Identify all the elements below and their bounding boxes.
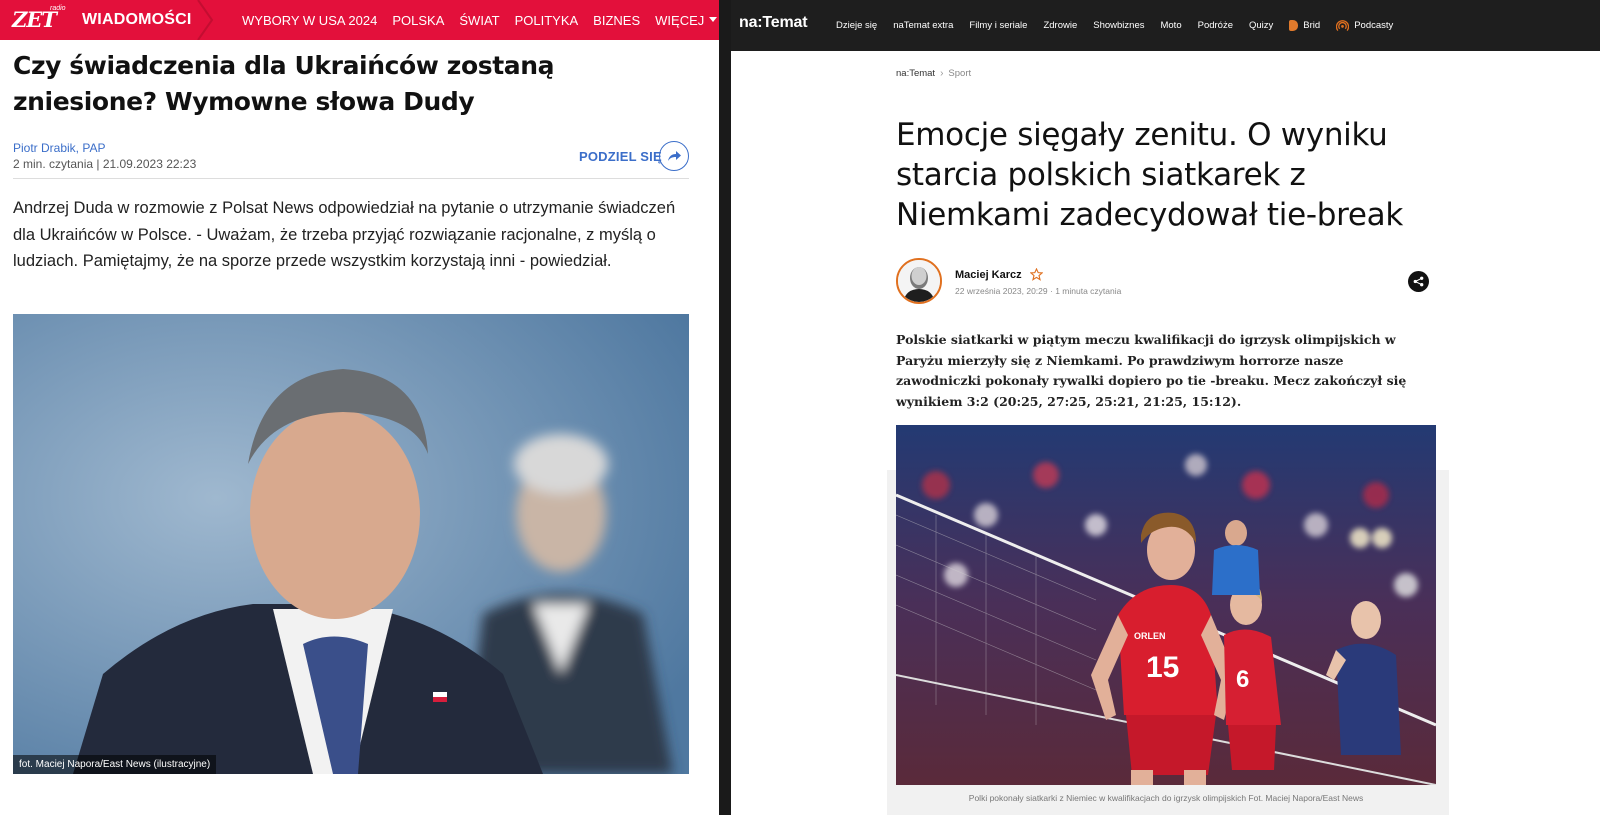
natemat-menu-item-extra[interactable]: naTemat extra (893, 20, 953, 31)
breadcrumb-separator-icon: › (940, 68, 944, 79)
zet-menu-item-polityka[interactable]: POLITYKA (515, 0, 579, 40)
window-split-divider[interactable] (719, 0, 731, 815)
zet-share-button[interactable] (659, 141, 689, 171)
natemat-menu-item-quizy[interactable]: Quizy (1249, 20, 1273, 31)
natemat-menu-item-zdrowie[interactable]: Zdrowie (1043, 20, 1077, 31)
zet-menu: WYBORY W USA 2024 POLSKA ŚWIAT POLITYKA … (242, 0, 719, 40)
avatar-portrait (898, 260, 940, 302)
jersey-number-second: 6 (1236, 666, 1249, 693)
zet-author-link[interactable]: Piotr Drabik, PAP (13, 141, 105, 155)
natemat-menu-item-filmy[interactable]: Filmy i seriale (969, 20, 1027, 31)
natemat-menu-item-moto[interactable]: Moto (1160, 20, 1181, 31)
zet-article-title: Czy świadczenia dla Ukraińców zostaną zn… (13, 51, 555, 116)
photo-illustration (13, 314, 689, 774)
natemat-menu: Dzieje się naTemat extra Filmy i seriale… (836, 0, 1409, 51)
breadcrumb-home[interactable]: na:Temat (896, 68, 935, 79)
natemat-menu-item-podroze[interactable]: Podróże (1198, 20, 1233, 31)
natemat-article-meta: 22 września 2023, 20:29 · 1 minuta czyta… (955, 286, 1121, 296)
natemat-menu-podcasty-label: Podcasty (1354, 20, 1394, 31)
zet-article-photo: fot. Maciej Napora/East News (ilustracyj… (13, 314, 689, 774)
natemat-top-navbar: na:Temat Dzieje się naTemat extra Filmy … (731, 0, 1600, 51)
zet-logo-radio: radio (50, 5, 66, 12)
share-arrow-icon (668, 151, 681, 161)
star-icon[interactable] (1029, 268, 1043, 281)
zet-menu-item-biznes[interactable]: BIZNES (593, 0, 640, 40)
zet-menu-item-wiecej[interactable]: WIĘCEJ (655, 0, 718, 40)
natemat-logo[interactable]: na:Temat (739, 14, 808, 32)
natemat-menu-brid-label: Brid (1303, 20, 1321, 31)
zet-article-lead: Andrzej Duda w rozmowie z Polsat News od… (13, 199, 676, 270)
volleyball-photo-illustration: 15 ORLEN 6 (896, 425, 1436, 785)
breadcrumb: na:Temat › Sport (896, 68, 971, 79)
natemat-date: 22 września 2023, 20:29 (955, 286, 1048, 296)
breadcrumb-section[interactable]: Sport (948, 68, 971, 79)
chevron-right-icon (197, 0, 214, 40)
zet-photo-caption: fot. Maciej Napora/East News (ilustracyj… (13, 755, 217, 774)
natemat-article-pane: na:Temat Dzieje się naTemat extra Filmy … (731, 0, 1600, 815)
zet-divider (13, 178, 689, 179)
natemat-author: Maciej Karcz (955, 268, 1043, 281)
brid-icon (1289, 20, 1299, 31)
avatar[interactable] (896, 258, 942, 304)
jersey-sponsor: ORLEN (1134, 631, 1166, 641)
natemat-article-title: Emocje sięgały zenitu. O wyniku starcia … (896, 117, 1403, 233)
zet-article-meta: 2 min. czytania | 21.09.2023 22:23 (13, 157, 197, 171)
natemat-photo-caption: Polki pokonały siatkarki z Niemiec w kwa… (968, 793, 1364, 803)
zet-menu-more-label: WIĘCEJ (655, 13, 705, 28)
natemat-author-link[interactable]: Maciej Karcz (955, 269, 1022, 281)
zet-menu-item-swiat[interactable]: ŚWIAT (459, 0, 499, 40)
zet-section-title[interactable]: WIADOMOŚCI (82, 0, 192, 40)
natemat-menu-item-dzieje-sie[interactable]: Dzieje się (836, 20, 877, 31)
share-icon (1413, 276, 1424, 287)
zet-logo[interactable]: ZET radio (10, 5, 70, 34)
natemat-share-button[interactable] (1408, 271, 1429, 292)
natemat-menu-item-podcasty[interactable]: Podcasty (1336, 19, 1393, 32)
zet-top-navbar: ZET radio WIADOMOŚCI WYBORY W USA 2024 P… (0, 0, 719, 40)
natemat-reading-time: 1 minuta czytania (1055, 286, 1122, 296)
natemat-article-photo: 15 ORLEN 6 (896, 425, 1436, 785)
zet-menu-item-polska[interactable]: POLSKA (392, 0, 444, 40)
caret-down-icon (709, 17, 718, 23)
natemat-menu-item-showbiznes[interactable]: Showbiznes (1093, 20, 1144, 31)
podcast-icon (1336, 20, 1350, 32)
zet-article-pane: ZET radio WIADOMOŚCI WYBORY W USA 2024 P… (0, 0, 719, 815)
natemat-menu-item-brid[interactable]: Brid (1289, 20, 1320, 31)
zet-menu-item-usa[interactable]: WYBORY W USA 2024 (242, 0, 377, 40)
jersey-number-main: 15 (1146, 651, 1179, 684)
zet-share-label[interactable]: PODZIEL SIĘ (579, 149, 662, 164)
natemat-article-lead: Polskie siatkarki w piątym meczu kwalifi… (896, 332, 1407, 409)
